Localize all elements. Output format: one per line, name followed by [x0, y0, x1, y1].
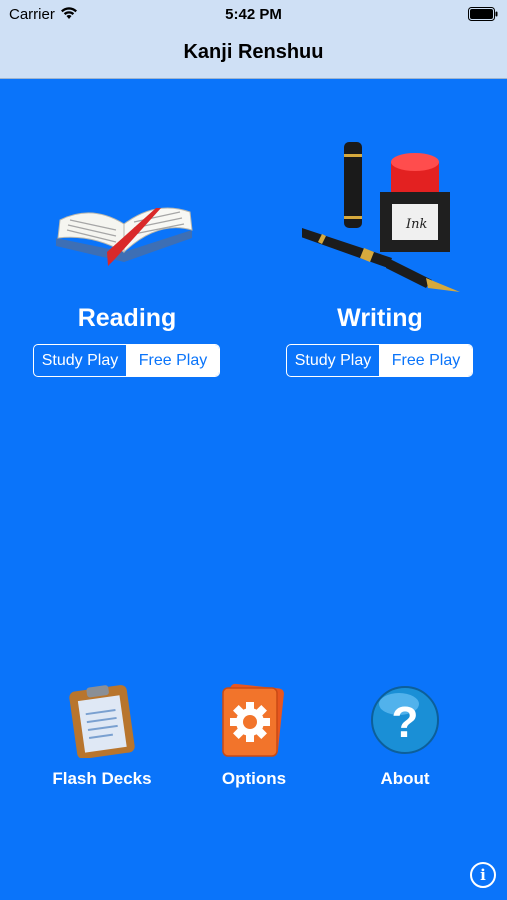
clock: 5:42 PM	[225, 6, 282, 23]
flash-decks-label: Flash Decks	[52, 769, 152, 788]
pen-and-ink-icon[interactable]: Ink	[302, 140, 462, 295]
info-icon[interactable]: i	[470, 862, 496, 888]
open-book-icon[interactable]	[52, 190, 198, 266]
options-button[interactable]: Options	[189, 682, 319, 789]
svg-text:Ink: Ink	[405, 217, 428, 232]
reading-study-play-segment[interactable]: Study Play	[34, 345, 127, 376]
battery-icon	[468, 7, 498, 21]
svg-text:?: ?	[392, 698, 419, 747]
options-label: Options	[221, 769, 287, 788]
question-icon: ?	[371, 686, 439, 754]
flash-decks-button[interactable]: Flash Decks	[37, 682, 167, 789]
status-bar: Carrier 5:42 PM	[0, 0, 507, 28]
navigation-bar: Kanji Renshuu	[0, 28, 507, 79]
writing-title: Writing	[337, 304, 423, 332]
writing-free-play-segment[interactable]: Free Play	[380, 345, 472, 376]
reading-free-play-segment[interactable]: Free Play	[127, 345, 219, 376]
reading-title: Reading	[77, 304, 177, 332]
about-label: About	[380, 769, 430, 788]
gear-icon	[222, 683, 284, 757]
reading-mode-selector[interactable]: Study Play Free Play	[33, 344, 220, 377]
clipboard-icon	[69, 685, 135, 759]
writing-mode-selector[interactable]: Study Play Free Play	[286, 344, 473, 377]
page-title: Kanji Renshuu	[183, 41, 324, 63]
writing-study-play-segment[interactable]: Study Play	[287, 345, 380, 376]
about-button[interactable]: ? About	[340, 682, 470, 789]
